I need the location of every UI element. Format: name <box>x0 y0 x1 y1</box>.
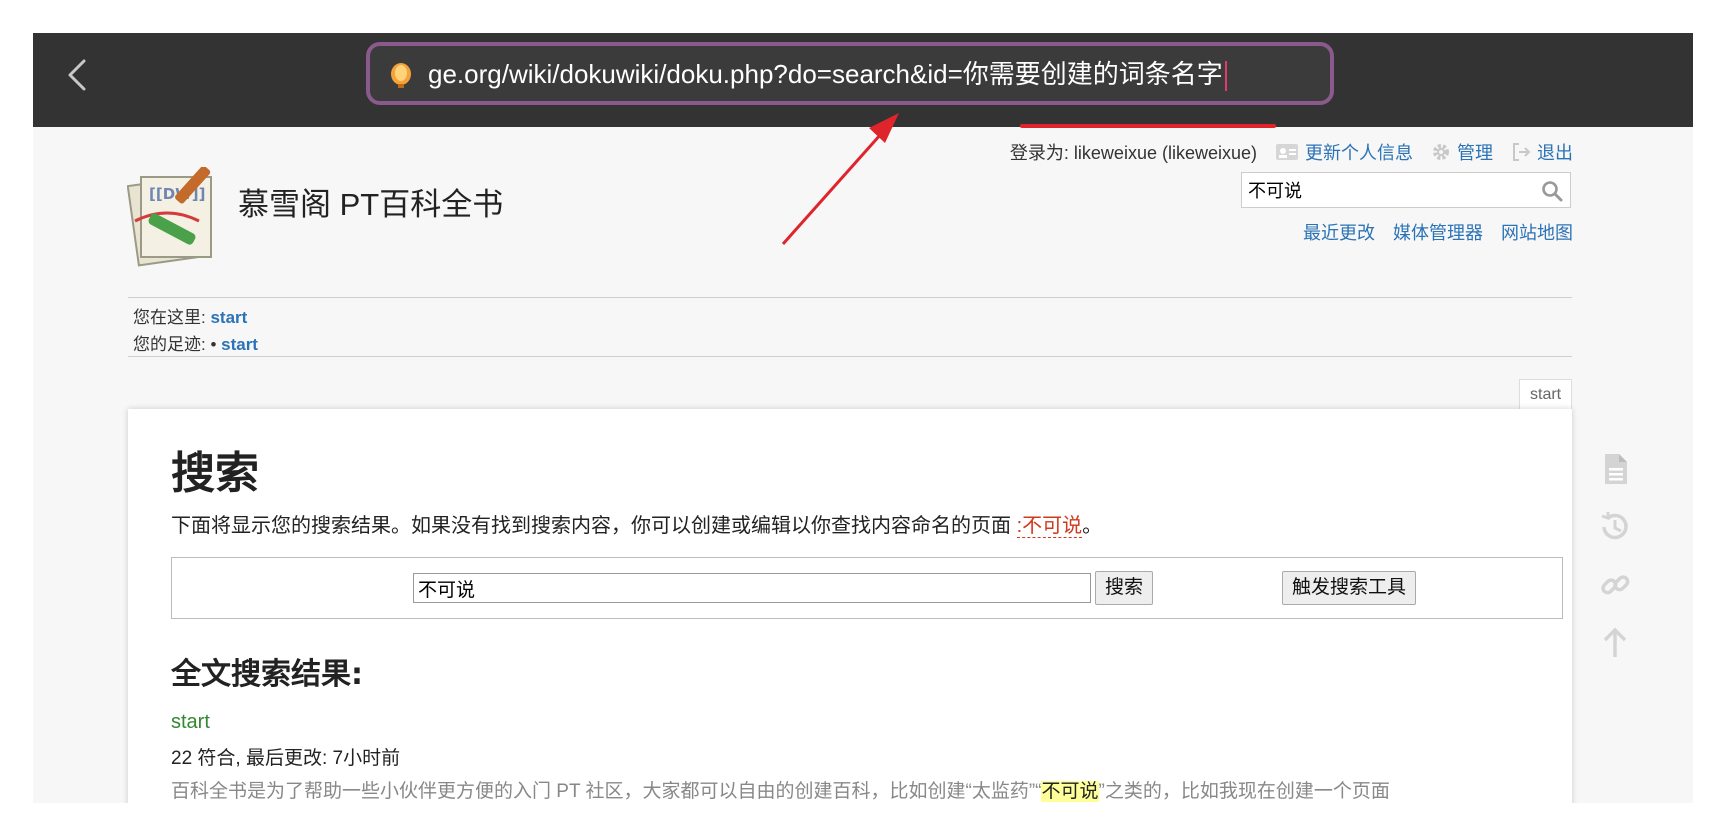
back-button[interactable] <box>57 55 97 95</box>
logout-link[interactable]: 退出 <box>1511 139 1573 165</box>
link-icon[interactable] <box>1597 567 1633 603</box>
browser-toolbar: ge.org/wiki/dokuwiki/doku.php?do=search&… <box>33 33 1693 127</box>
snippet-highlight: 不可说 <box>1041 781 1099 802</box>
header-divider <box>128 297 1572 298</box>
intro-text: 下面将显示您的搜索结果。如果没有找到搜索内容，你可以创建或编辑以你查找内容命名的… <box>171 515 1017 537</box>
result-title-link[interactable]: start <box>171 711 210 734</box>
search-button[interactable]: 搜索 <box>1095 571 1154 605</box>
address-bar[interactable]: ge.org/wiki/dokuwiki/doku.php?do=search&… <box>366 42 1334 105</box>
annotation-underline <box>1020 124 1276 128</box>
recent-changes-link[interactable]: 最近更改 <box>1303 219 1375 245</box>
result-meta: 22 符合, 最后更改: 7小时前 <box>171 748 401 769</box>
arrow-up-icon[interactable] <box>1597 625 1633 661</box>
logged-in-label: 登录为: likeweixue (likeweixue) <box>1009 143 1257 163</box>
admin-link-label: 管理 <box>1457 143 1493 163</box>
breadcrumb-trace-link[interactable]: start <box>221 335 258 354</box>
page-title: 搜索 <box>171 448 259 499</box>
search-tools-button[interactable]: 触发搜索工具 <box>1282 571 1417 605</box>
history-icon[interactable] <box>1597 509 1633 545</box>
page-icon[interactable] <box>1597 451 1633 487</box>
create-page-link[interactable]: :不可说 <box>1016 515 1083 538</box>
user-bar: 登录为: likeweixue (likeweixue) 更新个人信息 管理 退… <box>1010 139 1573 165</box>
breadcrumb-divider <box>128 356 1572 357</box>
result-snippet: 百科全书是为了帮助一些小伙伴更方便的入门 PT 社区，大家都可以自由的创建百科，… <box>171 776 1390 803</box>
site-tools: 最近更改 媒体管理器 网站地图 <box>1303 219 1573 245</box>
text-caret <box>1224 61 1227 92</box>
breadcrumb-here-link[interactable]: start <box>210 308 247 327</box>
lantern-icon <box>391 63 411 88</box>
advanced-search-form: 搜索 触发搜索工具 <box>171 557 1563 619</box>
url-text: ge.org/wiki/dokuwiki/doku.php?do=search&… <box>428 59 1223 89</box>
page-tools <box>1597 451 1637 683</box>
intro-suffix: 。 <box>1082 515 1103 537</box>
screenshot-frame: ge.org/wiki/dokuwiki/doku.php?do=search&… <box>33 33 1693 803</box>
gear-icon <box>1433 144 1449 160</box>
search-icon[interactable] <box>1540 179 1564 203</box>
breadcrumb-trace: 您的足迹: • start <box>133 330 258 355</box>
search-query-input[interactable] <box>413 573 1091 603</box>
site-logo[interactable]: [[DW]] <box>127 167 227 267</box>
profile-link-label: 更新个人信息 <box>1305 143 1413 163</box>
snippet-text-end: ”之类的，比如我现在创建一个页面 <box>1098 781 1390 802</box>
sitemap-link[interactable]: 网站地图 <box>1501 219 1573 245</box>
profile-link[interactable]: 更新个人信息 <box>1275 139 1413 165</box>
quick-search-input[interactable] <box>1241 172 1571 208</box>
logout-icon <box>1513 143 1531 161</box>
breadcrumb-trace-label: 您的足迹: • <box>133 335 222 354</box>
logout-link-label: 退出 <box>1537 143 1573 163</box>
back-icon <box>68 59 86 91</box>
page-content: 搜索 下面将显示您的搜索结果。如果没有找到搜索内容，你可以创建或编辑以你查找内容… <box>128 409 1572 803</box>
admin-link[interactable]: 管理 <box>1431 139 1493 165</box>
fulltext-results-heading: 全文搜索结果: <box>171 657 363 692</box>
page-id-tab: start <box>1519 379 1573 410</box>
breadcrumb-here-label: 您在这里: <box>133 308 211 327</box>
media-manager-link[interactable]: 媒体管理器 <box>1393 219 1483 245</box>
snippet-text: 百科全书是为了帮助一些小伙伴更方便的入门 PT 社区，大家都可以自由的创建百科，… <box>171 781 1042 802</box>
breadcrumb-here: 您在这里: start <box>133 303 247 328</box>
profile-icon <box>1276 144 1298 160</box>
site-title[interactable]: 慕雪阁 PT百科全书 <box>238 179 503 224</box>
search-intro: 下面将显示您的搜索结果。如果没有找到搜索内容，你可以创建或编辑以你查找内容命名的… <box>171 509 1102 538</box>
